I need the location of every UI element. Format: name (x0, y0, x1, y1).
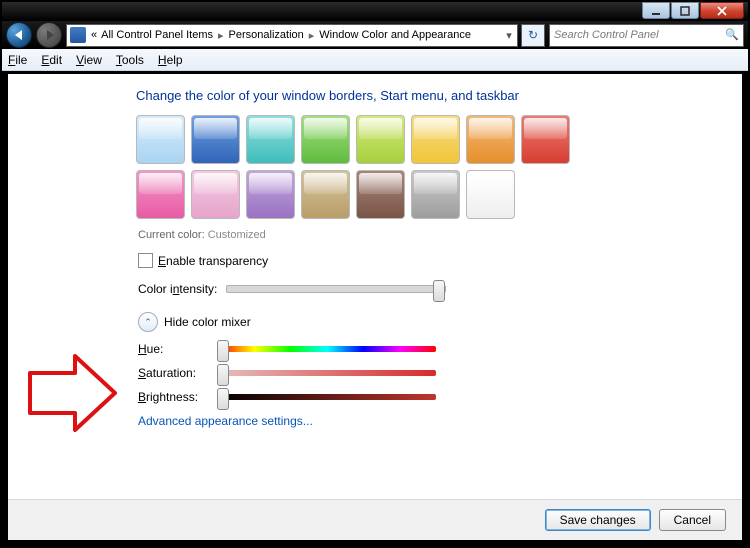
color-swatch-slate[interactable] (411, 170, 460, 219)
hue-thumb[interactable] (217, 340, 229, 362)
back-arrow-icon (15, 30, 22, 40)
menu-help[interactable]: Help (158, 53, 183, 67)
color-swatch-fuchsia[interactable] (136, 170, 185, 219)
saturation-label: Saturation: (138, 366, 212, 380)
color-swatch-sky[interactable] (136, 115, 185, 164)
color-swatch-blush[interactable] (191, 170, 240, 219)
mixer-toggle-label[interactable]: Hide color mixer (164, 315, 251, 329)
breadcrumb[interactable]: All Control Panel Items (99, 29, 215, 41)
color-swatch-grid (136, 115, 606, 219)
refresh-icon: ↻ (528, 28, 538, 42)
intensity-thumb[interactable] (433, 280, 445, 302)
color-swatch-ruby[interactable] (521, 115, 570, 164)
menu-view[interactable]: View (76, 53, 102, 67)
breadcrumb-sep-icon: ▸ (306, 29, 318, 42)
page-heading: Change the color of your window borders,… (136, 88, 722, 103)
hue-label: Hue: (138, 342, 212, 356)
menu-edit[interactable]: Edit (41, 53, 62, 67)
menu-file[interactable]: File (8, 53, 27, 67)
transparency-label: Enable transparency (158, 254, 268, 268)
breadcrumb-sep-icon: ▸ (215, 29, 227, 42)
nav-toolbar: « All Control Panel Items ▸ Personalizat… (2, 21, 748, 49)
hue-slider[interactable] (218, 346, 436, 352)
color-swatch-violet[interactable] (246, 170, 295, 219)
brightness-thumb[interactable] (217, 388, 229, 410)
minimize-button[interactable] (642, 2, 670, 19)
menu-bar: File Edit View Tools Help (2, 49, 748, 71)
transparency-checkbox[interactable] (138, 253, 153, 268)
cancel-button[interactable]: Cancel (659, 509, 726, 531)
save-changes-button[interactable]: Save changes (545, 509, 651, 531)
saturation-slider[interactable] (218, 370, 436, 376)
breadcrumb-overflow[interactable]: « (89, 29, 99, 41)
menu-tools[interactable]: Tools (116, 53, 144, 67)
maximize-button[interactable] (671, 2, 699, 19)
intensity-slider[interactable] (226, 285, 446, 293)
forward-arrow-icon (47, 30, 54, 40)
color-swatch-taupe[interactable] (301, 170, 350, 219)
color-swatch-sea[interactable] (246, 115, 295, 164)
close-button[interactable] (700, 2, 744, 19)
mixer-toggle-button[interactable]: ⌃ (138, 312, 158, 332)
current-color-value: Customized (208, 229, 266, 241)
search-placeholder: Search Control Panel (554, 29, 659, 41)
chevron-up-icon: ⌃ (144, 317, 152, 328)
search-input[interactable]: Search Control Panel 🔍 (549, 24, 744, 47)
color-swatch-lime[interactable] (356, 115, 405, 164)
back-button[interactable] (6, 22, 32, 48)
color-swatch-pumpkin[interactable] (466, 115, 515, 164)
color-swatch-frost[interactable] (466, 170, 515, 219)
control-panel-icon (70, 27, 86, 43)
window-frame: « All Control Panel Items ▸ Personalizat… (0, 0, 750, 548)
breadcrumb[interactable]: Personalization (227, 29, 306, 41)
current-color-label: Current color: (138, 229, 205, 241)
advanced-appearance-link[interactable]: Advanced appearance settings... (138, 414, 722, 428)
search-icon[interactable]: 🔍 (725, 28, 739, 42)
color-swatch-chocolate[interactable] (356, 170, 405, 219)
color-swatch-leaf[interactable] (301, 115, 350, 164)
color-swatch-twilight[interactable] (191, 115, 240, 164)
footer-bar: Save changes Cancel (8, 499, 742, 540)
current-color-row: Current color: Customized (138, 229, 722, 241)
titlebar[interactable] (2, 2, 748, 21)
address-dropdown-icon[interactable]: ▾ (501, 29, 517, 42)
refresh-button[interactable]: ↻ (521, 24, 545, 47)
address-bar[interactable]: « All Control Panel Items ▸ Personalizat… (66, 24, 518, 47)
intensity-label: Color intensity: (138, 282, 220, 296)
forward-button[interactable] (36, 22, 62, 48)
brightness-label: Brightness: (138, 390, 212, 404)
breadcrumb[interactable]: Window Color and Appearance (317, 29, 473, 41)
saturation-thumb[interactable] (217, 364, 229, 386)
color-swatch-sun[interactable] (411, 115, 460, 164)
content-area: Change the color of your window borders,… (8, 74, 742, 500)
brightness-slider[interactable] (218, 394, 436, 400)
